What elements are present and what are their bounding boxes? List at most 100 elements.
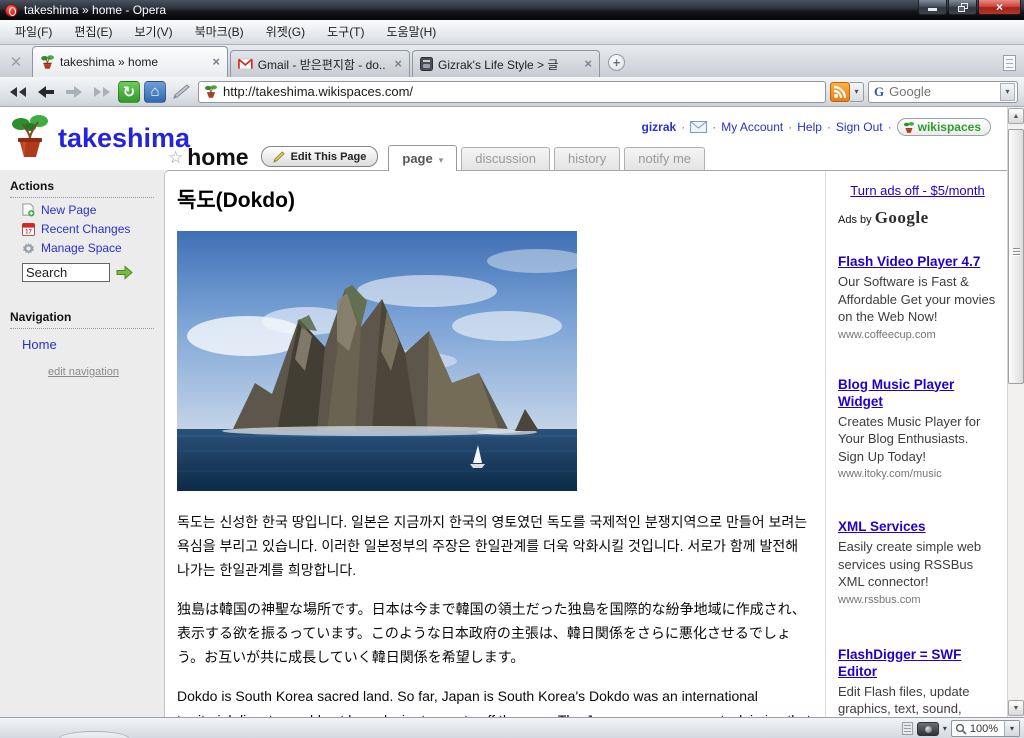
wikispaces-badge-button[interactable]: wikispaces	[897, 118, 991, 136]
separator: ·	[788, 120, 792, 134]
menu-widgets[interactable]: 위젯(G)	[255, 20, 316, 44]
paragraph-japanese: 独島は韓国の神聖な場所です。日本は今まで韓国の領土だった独島を国際的な紛争地域に…	[177, 597, 813, 669]
ad-url: www.coffeecup.com	[838, 329, 997, 341]
status-controls: ▾ 100% ▾	[902, 720, 1020, 737]
url-input[interactable]	[223, 84, 820, 99]
status-bar: ▾ 100% ▾	[0, 717, 1024, 738]
search-dropdown-button[interactable]: ▾	[1000, 83, 1015, 101]
new-page-link[interactable]: New Page	[41, 203, 96, 217]
home-button[interactable]: ⌂	[144, 81, 166, 103]
sign-out-link[interactable]: Sign Out	[836, 120, 883, 134]
rewind-button[interactable]	[6, 81, 30, 103]
menu-help[interactable]: 도움말(H)	[376, 20, 448, 44]
scroll-down-button[interactable]: ▼	[1008, 700, 1024, 716]
ad-title-link[interactable]: XML Services	[838, 518, 926, 535]
page-body: Actions New Page 17 Recent Changes Manag…	[0, 170, 1007, 717]
tab-label: Gmail - 받은편지함 - do...	[258, 56, 387, 73]
web-search-input[interactable]	[889, 84, 995, 99]
dokdo-island-photo	[177, 231, 577, 491]
tab-discussion[interactable]: discussion	[461, 147, 550, 170]
home-icon: ⌂	[150, 83, 159, 100]
tab-takeshima[interactable]: takeshima » home ×	[32, 46, 228, 77]
ad-title-link[interactable]: Blog Music Player Widget	[838, 376, 997, 410]
panels-toggle-button[interactable]: ✕	[2, 49, 30, 75]
address-field[interactable]	[198, 81, 826, 103]
tab-history[interactable]: history	[554, 147, 620, 170]
tab-close-icon[interactable]: ×	[394, 58, 402, 70]
rss-button[interactable]	[830, 82, 850, 102]
sidebar-item-new-page[interactable]: New Page	[22, 203, 164, 217]
scroll-up-icon: ▲	[1013, 113, 1020, 120]
tab-close-icon[interactable]: ×	[212, 56, 220, 68]
fast-forward-button[interactable]	[90, 81, 114, 103]
back-button[interactable]	[34, 81, 58, 103]
restore-button[interactable]	[948, 0, 977, 15]
edit-navigation-link[interactable]: edit navigation	[48, 366, 119, 378]
separator: ·	[827, 120, 831, 134]
help-link[interactable]: Help	[797, 120, 822, 134]
zoom-control[interactable]: 100% ▾	[951, 720, 1020, 737]
panel-toggle-handle[interactable]	[58, 731, 130, 738]
page-info-icon[interactable]	[902, 722, 913, 735]
forward-button[interactable]	[62, 81, 86, 103]
edit-navigation[interactable]: edit navigation	[48, 366, 164, 378]
sidebar-item-manage-space[interactable]: Manage Space	[22, 241, 164, 255]
scroll-up-button[interactable]: ▲	[1008, 108, 1024, 124]
chevron-down-icon[interactable]: ▾	[943, 724, 947, 733]
ad-item: XML Services Easily create simple web se…	[838, 518, 997, 606]
rss-dropdown-button[interactable]: ▾	[850, 82, 864, 102]
ad-title-link[interactable]: FlashDigger = SWF Editor	[838, 646, 997, 680]
note-button[interactable]	[170, 81, 194, 103]
tab-gmail[interactable]: Gmail - 받은편지함 - do... ×	[230, 50, 410, 77]
menu-file[interactable]: 파일(F)	[4, 20, 63, 44]
favorite-star-icon[interactable]: ☆	[168, 148, 183, 168]
scrollbar-thumb[interactable]	[1008, 129, 1024, 384]
tab-list-icon[interactable]	[1003, 55, 1016, 71]
tab-page[interactable]: page▾	[388, 145, 457, 171]
home-link[interactable]: Home	[22, 337, 57, 352]
search-go-icon[interactable]	[116, 265, 133, 280]
my-account-link[interactable]: My Account	[721, 120, 783, 134]
username-link[interactable]: gizrak	[642, 120, 677, 134]
tab-notify-me-label: notify me	[638, 151, 691, 166]
vertical-scrollbar[interactable]: ▲ ▼	[1007, 107, 1024, 717]
separator: ·	[681, 120, 685, 134]
reload-button[interactable]: ↻	[118, 81, 140, 103]
tab-gizrak-blog[interactable]: Gizrak's Life Style > 글 ×	[412, 50, 600, 77]
search-input[interactable]	[22, 263, 110, 282]
manage-space-link[interactable]: Manage Space	[41, 241, 122, 255]
panels-toggle-icon: ✕	[10, 53, 23, 71]
page-title: home	[187, 144, 248, 170]
tab-history-label: history	[568, 151, 606, 166]
edit-page-button[interactable]: Edit This Page	[261, 146, 379, 167]
mail-icon[interactable]	[690, 121, 707, 133]
sidebar-item-recent-changes[interactable]: 17 Recent Changes	[22, 222, 164, 236]
turn-ads-off-link[interactable]: Turn ads off - $5/month	[838, 183, 997, 198]
tab-notify-me[interactable]: notify me	[624, 147, 705, 170]
images-toggle-icon[interactable]	[917, 722, 939, 736]
article-title: 독도(Dokdo)	[177, 184, 813, 214]
google-logo: Google	[875, 208, 929, 227]
ad-title-link[interactable]: Flash Video Player 4.7	[838, 253, 980, 270]
wikispaces-favicon-icon	[40, 54, 55, 70]
chevron-down-icon: ▾	[854, 87, 858, 96]
sidebar-search	[22, 263, 164, 282]
zoom-dropdown-button[interactable]: ▾	[1004, 721, 1019, 736]
menu-edit[interactable]: 편집(E)	[63, 20, 123, 44]
close-button[interactable]: ×	[978, 0, 1021, 15]
rss-control: ▾	[830, 82, 864, 102]
menu-bookmarks[interactable]: 북마크(B)	[184, 20, 255, 44]
fast-forward-icon	[93, 86, 111, 98]
menu-view[interactable]: 보기(V)	[123, 20, 183, 44]
chevron-down-icon: ▾	[1005, 87, 1009, 96]
new-tab-button[interactable]: +	[608, 54, 625, 71]
paragraph-english: Dokdo is South Korea sacred land. So far…	[177, 684, 813, 717]
menu-tools[interactable]: 도구(T)	[316, 20, 375, 44]
sidebar-item-home[interactable]: Home	[22, 337, 164, 352]
forward-arrow-icon	[65, 85, 83, 99]
minimize-button[interactable]	[918, 0, 947, 15]
tab-close-icon[interactable]: ×	[584, 58, 592, 70]
recent-changes-link[interactable]: Recent Changes	[41, 222, 130, 236]
separator: ·	[712, 120, 716, 134]
menu-bar: 파일(F) 편집(E) 보기(V) 북마크(B) 위젯(G) 도구(T) 도움말…	[0, 20, 1024, 45]
